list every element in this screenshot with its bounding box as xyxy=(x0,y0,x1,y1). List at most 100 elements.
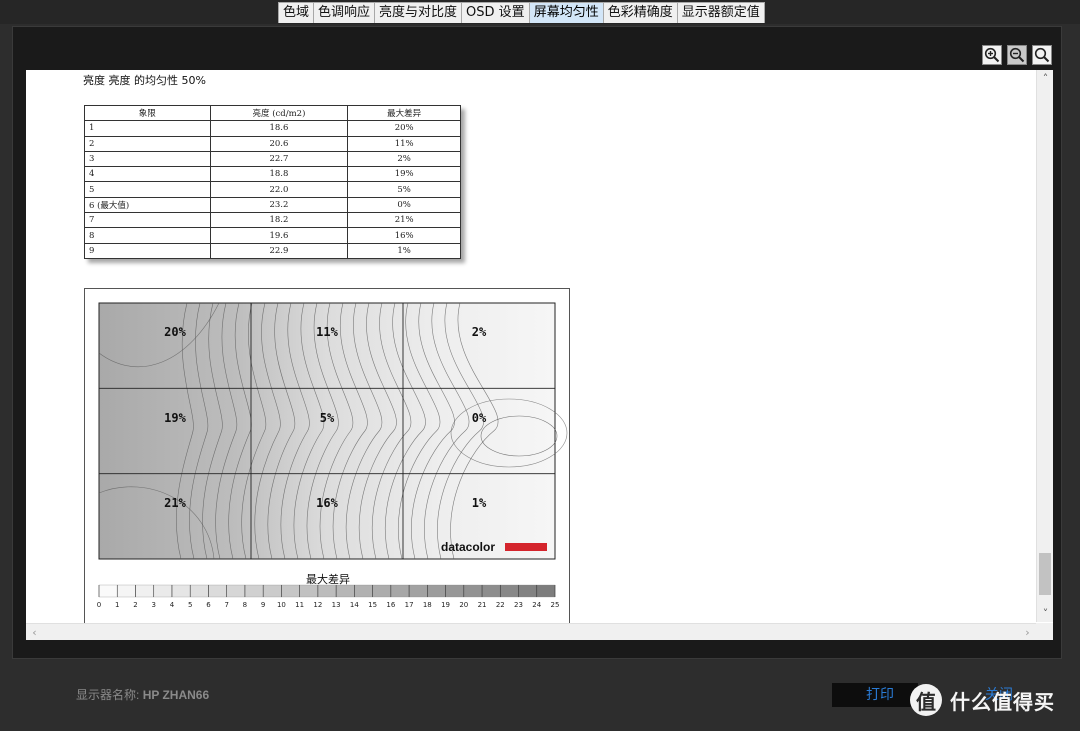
zoom-fit-button[interactable] xyxy=(1032,45,1052,65)
monitor-name-line: 显示器名称: HP ZHAN66 xyxy=(76,686,209,703)
zoom-in-icon xyxy=(984,47,1000,63)
luminance-cell: 18.6 xyxy=(209,120,349,137)
scroll-right-icon[interactable]: › xyxy=(1019,624,1036,640)
datacolor-logo: datacolor xyxy=(441,540,495,554)
luminance-cell: 18.2 xyxy=(209,212,349,229)
cell-label: 1% xyxy=(472,496,487,510)
max-diff-cell: 19% xyxy=(347,166,461,183)
legend-tick-label: 16 xyxy=(386,601,395,609)
quadrant-cell: 5 xyxy=(84,181,211,198)
column-header-quadrant: 象限 xyxy=(84,104,211,122)
luminance-cell: 18.8 xyxy=(209,166,349,183)
legend-tick-label: 0 xyxy=(97,601,101,609)
cell-label: 11% xyxy=(316,325,338,339)
print-button[interactable]: 打印 xyxy=(832,683,918,707)
table-row: 2 20.6 11% xyxy=(84,135,461,152)
legend-tick-label: 21 xyxy=(478,601,487,609)
table-header-row: 象限 亮度 (cd/m2) 最大差异 xyxy=(84,104,461,122)
column-header-max-diff: 最大差异 xyxy=(347,104,461,122)
report-title: 亮度 亮度 的均匀性 50% xyxy=(83,74,206,87)
zoom-fit-icon xyxy=(1034,47,1050,63)
table-row: 6 (最大值) 23.2 0% xyxy=(84,196,461,214)
luminance-cell: 20.6 xyxy=(209,135,349,152)
tab-3[interactable]: OSD 设置 xyxy=(461,2,530,23)
legend-tick-label: 9 xyxy=(261,601,265,609)
cell-label: 16% xyxy=(316,496,338,510)
quadrant-cell: 1 xyxy=(84,120,211,137)
tab-list: 色域 色调响应 亮度与对比度 OSD 设置 屏幕均匀性 色彩精确度 显示器额定值 xyxy=(278,2,765,23)
legend-tick-label: 11 xyxy=(295,601,304,609)
cell-label: 19% xyxy=(164,411,186,425)
max-diff-cell: 21% xyxy=(347,212,461,229)
zoom-toolbar xyxy=(982,45,1052,65)
vertical-scroll-thumb[interactable] xyxy=(1039,553,1051,595)
tab-0[interactable]: 色域 xyxy=(278,2,315,23)
watermark-logo: 值 xyxy=(910,684,942,716)
cell-label: 20% xyxy=(164,325,186,339)
monitor-name-value: HP ZHAN66 xyxy=(142,688,210,702)
zoom-out-icon xyxy=(1009,47,1025,63)
luminance-cell: 19.6 xyxy=(209,227,349,244)
legend-tick-label: 12 xyxy=(313,601,322,609)
datacolor-logo-bar xyxy=(505,543,547,551)
luminance-cell: 22.9 xyxy=(209,242,349,259)
watermark-text: 什么值得买 xyxy=(950,689,1055,714)
app-window: 色域色调响应亮度与对比度OSD 设置屏幕均匀性色彩精确度显示器额定值 xyxy=(0,0,1080,731)
tab-1[interactable]: 色调响应 xyxy=(313,2,376,23)
max-diff-cell: 20% xyxy=(347,120,461,137)
legend-tick-label: 4 xyxy=(170,601,175,609)
table-row: 8 19.6 16% xyxy=(84,227,461,244)
quadrant-cell: 6 (最大值) xyxy=(84,196,211,214)
zoom-out-button[interactable] xyxy=(1007,45,1027,65)
legend-tick-label: 17 xyxy=(405,601,414,609)
cell-label: 5% xyxy=(320,411,335,425)
max-diff-cell: 5% xyxy=(347,181,461,198)
quadrant-cell: 2 xyxy=(84,135,211,152)
max-diff-cell: 16% xyxy=(347,227,461,244)
legend-title: 最大差异 xyxy=(306,573,350,586)
quadrant-cell: 9 xyxy=(84,242,211,259)
legend-tick-label: 7 xyxy=(224,601,228,609)
report-viewport[interactable]: 亮度 亮度 的均匀性 50% 象限 亮度 (cd/m2) 最大差异 1 18.6 2… xyxy=(26,70,1053,640)
legend-tick-label: 1 xyxy=(115,601,119,609)
uniformity-map-panel: 20% 11% 2% 19% 5% 0% 21% 16% 1% datacolor 0 1 2 3 4 5 6 7… xyxy=(84,288,570,628)
legend-tick-label: 19 xyxy=(441,601,450,609)
scroll-up-icon[interactable]: ˄ xyxy=(1037,70,1053,87)
table-row: 9 22.9 1% xyxy=(84,242,461,259)
legend-tick-label: 20 xyxy=(459,601,468,609)
legend-tick-label: 24 xyxy=(532,601,541,609)
tab-6[interactable]: 显示器额定值 xyxy=(676,2,765,23)
quadrant-cell: 7 xyxy=(84,212,211,229)
tab-2[interactable]: 亮度与对比度 xyxy=(374,2,463,23)
legend-tick-label: 2 xyxy=(133,601,137,609)
table-row: 3 22.7 2% xyxy=(84,150,461,168)
legend-tick-label: 18 xyxy=(423,601,432,609)
legend-tick-label: 22 xyxy=(496,601,505,609)
luminance-cell: 23.2 xyxy=(209,196,349,214)
scroll-left-icon[interactable]: ‹ xyxy=(26,624,43,640)
scroll-down-icon[interactable]: ˅ xyxy=(1037,605,1053,622)
cell-label: 2% xyxy=(472,325,487,339)
uniformity-table-container: 象限 亮度 (cd/m2) 最大差异 1 18.6 20% 2 20.6 11% 3 22.7… xyxy=(84,104,461,259)
map-plot-area xyxy=(98,302,556,560)
vertical-scrollbar[interactable]: ˄ ˅ xyxy=(1036,70,1053,622)
zoom-in-button[interactable] xyxy=(982,45,1002,65)
uniformity-table: 象限 亮度 (cd/m2) 最大差异 1 18.6 20% 2 20.6 11% 3 22.7… xyxy=(84,104,461,259)
legend-tick-label: 13 xyxy=(332,601,341,609)
scrollbar-corner xyxy=(1036,623,1053,640)
watermark: 值 什么值得买 xyxy=(910,684,1055,716)
tab-5[interactable]: 色彩精确度 xyxy=(602,2,678,23)
table-row: 5 22.0 5% xyxy=(84,181,461,198)
luminance-cell: 22.0 xyxy=(209,181,349,198)
luminance-cell: 22.7 xyxy=(209,150,349,168)
horizontal-scrollbar[interactable]: ‹ › xyxy=(26,623,1036,640)
max-diff-cell: 2% xyxy=(347,150,461,168)
cell-label: 21% xyxy=(164,496,186,510)
tab-4[interactable]: 屏幕均匀性 xyxy=(528,2,604,23)
monitor-name-label: 显示器名称: xyxy=(76,688,140,702)
legend-tick-label: 5 xyxy=(188,601,192,609)
table-row: 7 18.2 21% xyxy=(84,212,461,229)
quadrant-cell: 3 xyxy=(84,150,211,168)
legend-tick-label: 8 xyxy=(243,601,247,609)
legend-tick-label: 6 xyxy=(206,601,211,609)
